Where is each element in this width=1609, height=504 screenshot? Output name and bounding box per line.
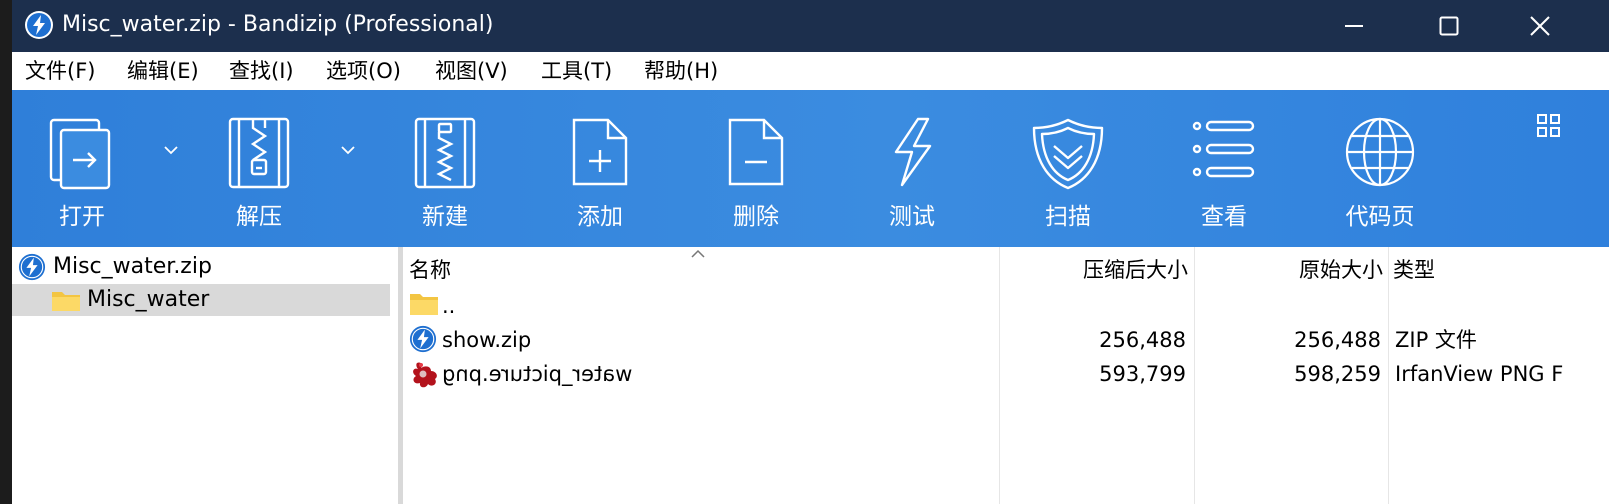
bandizip-window: Misc_water.zip - Bandizip (Professional)… [12,0,1609,504]
new-archive-button[interactable]: 新建 [380,90,510,247]
menu-file[interactable]: 文件(F) [25,58,95,84]
file-name: show.zip [442,328,532,352]
column-header-type[interactable]: 类型 [1393,257,1435,283]
file-type: ZIP 文件 [1395,328,1477,352]
delete-file-icon [728,118,784,186]
add-label: 添加 [577,204,623,230]
file-type: IrfanView PNG F [1395,362,1564,386]
delete-label: 删除 [733,204,779,230]
close-button[interactable] [1495,0,1585,52]
toolbar: 打开 解压 新建 添加 删除 测试 扫描 查看 代码页 [12,90,1609,247]
menu-edit[interactable]: 编辑(E) [127,58,199,84]
window-title: Misc_water.zip - Bandizip (Professional) [62,12,494,37]
file-packed-size: 593,799 [1099,362,1186,386]
file-list: 名称 压缩后大小 原始大小 类型 .. show.zip 256,488 256… [403,247,1609,504]
codepage-label: 代码页 [1345,204,1415,230]
menu-find[interactable]: 查找(I) [229,58,294,84]
layout-grid-icon[interactable] [1536,113,1562,139]
close-icon [1530,16,1550,36]
codepage-globe-icon [1345,117,1415,187]
maximize-icon [1439,16,1459,36]
view-list-icon [1192,120,1255,178]
menu-view[interactable]: 视图(V) [435,58,508,84]
column-header-name[interactable]: 名称 [409,257,451,283]
scan-shield-icon [1032,118,1104,190]
bandizip-app-icon [25,11,53,39]
folder-icon [410,294,438,315]
file-original-size: 256,488 [1294,328,1381,352]
open-button[interactable]: 打开 [17,90,147,247]
sort-ascending-icon [691,249,705,258]
file-row-parent[interactable]: .. [403,289,1609,323]
scan-button[interactable]: 扫描 [1003,90,1133,247]
file-name: water_picture.png [442,361,632,387]
tree-item-label: Misc_water.zip [53,254,212,279]
scan-label: 扫描 [1045,204,1091,230]
title-bar[interactable]: Misc_water.zip - Bandizip (Professional) [12,0,1609,52]
file-row[interactable]: water_picture.png 593,799 598,259 IrfanV… [403,357,1609,391]
view-button[interactable]: 查看 [1159,90,1289,247]
add-button[interactable]: 添加 [535,90,665,247]
minimize-button[interactable] [1309,0,1399,52]
menu-options[interactable]: 选项(O) [326,58,401,84]
column-header-size[interactable]: 原始大小 [1194,257,1383,283]
new-archive-icon [414,117,476,189]
file-row[interactable]: show.zip 256,488 256,488 ZIP 文件 [403,323,1609,357]
test-button[interactable]: 测试 [847,90,977,247]
menu-bar: 文件(F) 编辑(E) 查找(I) 选项(O) 视图(V) 工具(T) 帮助(H… [12,52,1609,90]
irfanview-icon [413,362,437,388]
extract-dropdown-icon[interactable] [340,145,356,155]
codepage-button[interactable]: 代码页 [1315,90,1445,247]
add-file-icon [572,118,628,186]
test-label: 测试 [889,204,935,230]
bandizip-archive-icon [409,325,437,353]
open-dropdown-icon[interactable] [163,145,179,155]
bandizip-archive-icon [18,253,46,281]
file-packed-size: 256,488 [1099,328,1186,352]
maximize-button[interactable] [1404,0,1494,52]
delete-button[interactable]: 删除 [691,90,821,247]
tree-item-label: Misc_water [87,287,210,312]
tree-item-archive[interactable]: Misc_water.zip [12,251,390,283]
extract-button[interactable]: 解压 [194,90,324,247]
folder-icon [52,292,80,311]
file-name: .. [442,294,456,318]
open-label: 打开 [59,204,105,230]
open-icon [49,118,111,190]
menu-tools[interactable]: 工具(T) [541,58,612,84]
new-archive-label: 新建 [422,204,468,230]
file-name-mirrored-text: water_picture.png [442,362,633,386]
minimize-icon [1345,25,1363,27]
test-lightning-icon [894,117,932,187]
column-header-packed[interactable]: 压缩后大小 [999,257,1188,283]
menu-help[interactable]: 帮助(H) [644,58,718,84]
view-label: 查看 [1201,204,1247,230]
extract-label: 解压 [236,204,282,230]
file-original-size: 598,259 [1294,362,1381,386]
folder-tree: Misc_water.zip Misc_water [12,247,398,504]
extract-icon [228,117,290,189]
tree-item-folder[interactable]: Misc_water [12,284,390,316]
